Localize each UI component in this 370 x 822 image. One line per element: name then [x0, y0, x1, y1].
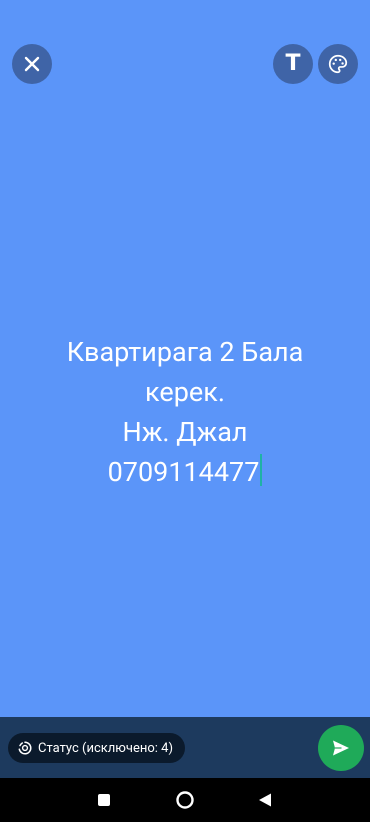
circle-icon — [176, 791, 194, 809]
square-icon — [98, 794, 110, 806]
status-audience-chip[interactable]: Статус (исключено: 4) — [8, 733, 185, 763]
recents-button[interactable] — [93, 789, 115, 811]
composer-bar: Статус (исключено: 4) — [0, 717, 370, 778]
status-audience-label: Статус (исключено: 4) — [38, 740, 173, 756]
back-button[interactable] — [254, 789, 276, 811]
color-palette-button[interactable] — [318, 44, 358, 84]
send-icon — [333, 740, 349, 756]
status-line-4: 0709114477 — [20, 452, 350, 492]
text-tool-button[interactable]: T — [273, 44, 313, 84]
send-button[interactable] — [318, 725, 364, 771]
close-icon — [24, 56, 40, 72]
status-text-input[interactable]: Квартирага 2 Бала керек. Нж. Джал 070911… — [20, 332, 350, 492]
text-tool-icon: T — [285, 51, 301, 76]
status-ring-icon — [18, 741, 32, 755]
status-canvas[interactable]: T Квартирага 2 Бала керек. Нж. Джал 0709… — [0, 0, 370, 717]
text-cursor — [260, 454, 263, 486]
system-navigation-bar — [0, 778, 370, 822]
triangle-back-icon — [259, 793, 271, 807]
status-editor-screen: T Квартирага 2 Бала керек. Нж. Джал 0709… — [0, 0, 370, 822]
close-button[interactable] — [12, 44, 52, 84]
status-line-2: керек. — [145, 376, 225, 408]
status-line-3: Нж. Джал — [122, 416, 248, 448]
status-line-4-text: 0709114477 — [107, 456, 260, 488]
palette-icon — [328, 54, 348, 74]
home-button[interactable] — [174, 789, 196, 811]
status-line-1: Квартирага 2 Бала — [66, 336, 304, 368]
